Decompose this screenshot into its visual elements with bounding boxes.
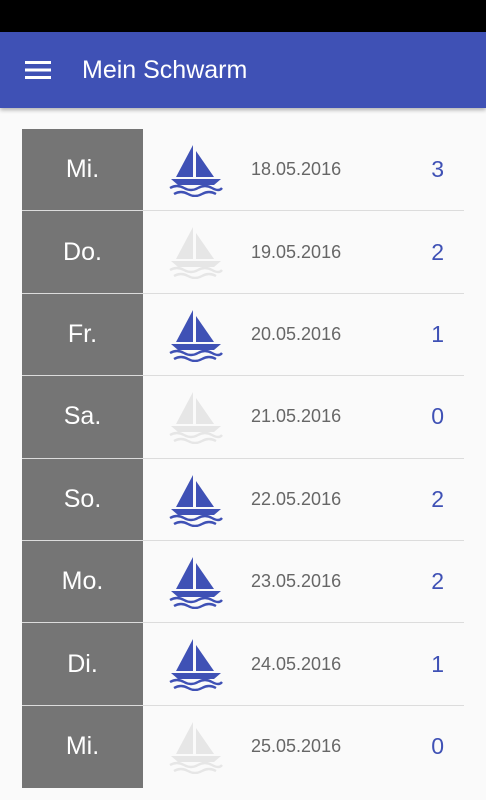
list-item[interactable]: Mi. 25.05.2016 0 xyxy=(22,705,464,789)
sailboat-icon xyxy=(168,637,224,692)
count-label: 0 xyxy=(431,403,444,430)
count-label: 0 xyxy=(431,733,444,760)
list-item[interactable]: So. 22.05.2016 2 xyxy=(22,458,464,541)
date-label: 25.05.2016 xyxy=(251,736,342,757)
date-label: 22.05.2016 xyxy=(251,488,342,509)
page-title: Mein Schwarm xyxy=(82,56,248,84)
list-item[interactable]: Mo. 23.05.2016 2 xyxy=(22,540,464,624)
date-label: 18.05.2016 xyxy=(251,159,342,180)
count-label: 1 xyxy=(431,650,444,677)
list-item[interactable]: Sa. 21.05.2016 0 xyxy=(22,376,464,459)
sailboat-icon xyxy=(168,720,224,774)
weekday-label: Mi. xyxy=(22,129,143,211)
hamburger-menu-icon xyxy=(25,60,51,80)
count-label: 2 xyxy=(431,485,444,512)
list-item[interactable]: Do. 19.05.2016 2 xyxy=(22,211,464,294)
sailboat-icon xyxy=(168,143,224,197)
sailboat-icon xyxy=(168,555,224,609)
list-item[interactable]: Di. 24.05.2016 1 xyxy=(22,623,464,706)
weekday-label: Fr. xyxy=(22,293,143,376)
count-label: 3 xyxy=(431,156,444,183)
date-label: 19.05.2016 xyxy=(251,241,342,262)
weekday-label: Do. xyxy=(22,211,143,293)
date-label: 24.05.2016 xyxy=(251,653,342,674)
list-item[interactable]: Mi. 18.05.2016 3 xyxy=(22,129,464,212)
weekday-label: Mo. xyxy=(22,540,143,623)
sailboat-icon xyxy=(168,390,224,445)
count-label: 2 xyxy=(431,568,444,595)
sailboat-icon xyxy=(168,473,224,527)
weekday-label: Di. xyxy=(22,623,143,705)
list-item[interactable]: Fr. 20.05.2016 1 xyxy=(22,293,464,377)
weekday-label: Mi. xyxy=(22,705,143,789)
count-label: 1 xyxy=(431,320,444,347)
menu-button[interactable] xyxy=(14,48,62,92)
sailboat-icon xyxy=(168,225,224,280)
date-label: 21.05.2016 xyxy=(251,406,342,427)
date-label: 20.05.2016 xyxy=(251,323,342,344)
date-label: 23.05.2016 xyxy=(251,571,342,592)
weekday-label: So. xyxy=(22,458,143,540)
count-label: 2 xyxy=(431,238,444,265)
day-list: Mi. 18.05.2016 3 Do. 19.05.2016 2 Fr. 20… xyxy=(22,129,464,789)
status-bar xyxy=(0,0,486,32)
weekday-label: Sa. xyxy=(22,376,143,458)
sailboat-icon xyxy=(168,308,224,362)
app-bar: Mein Schwarm xyxy=(0,32,486,108)
